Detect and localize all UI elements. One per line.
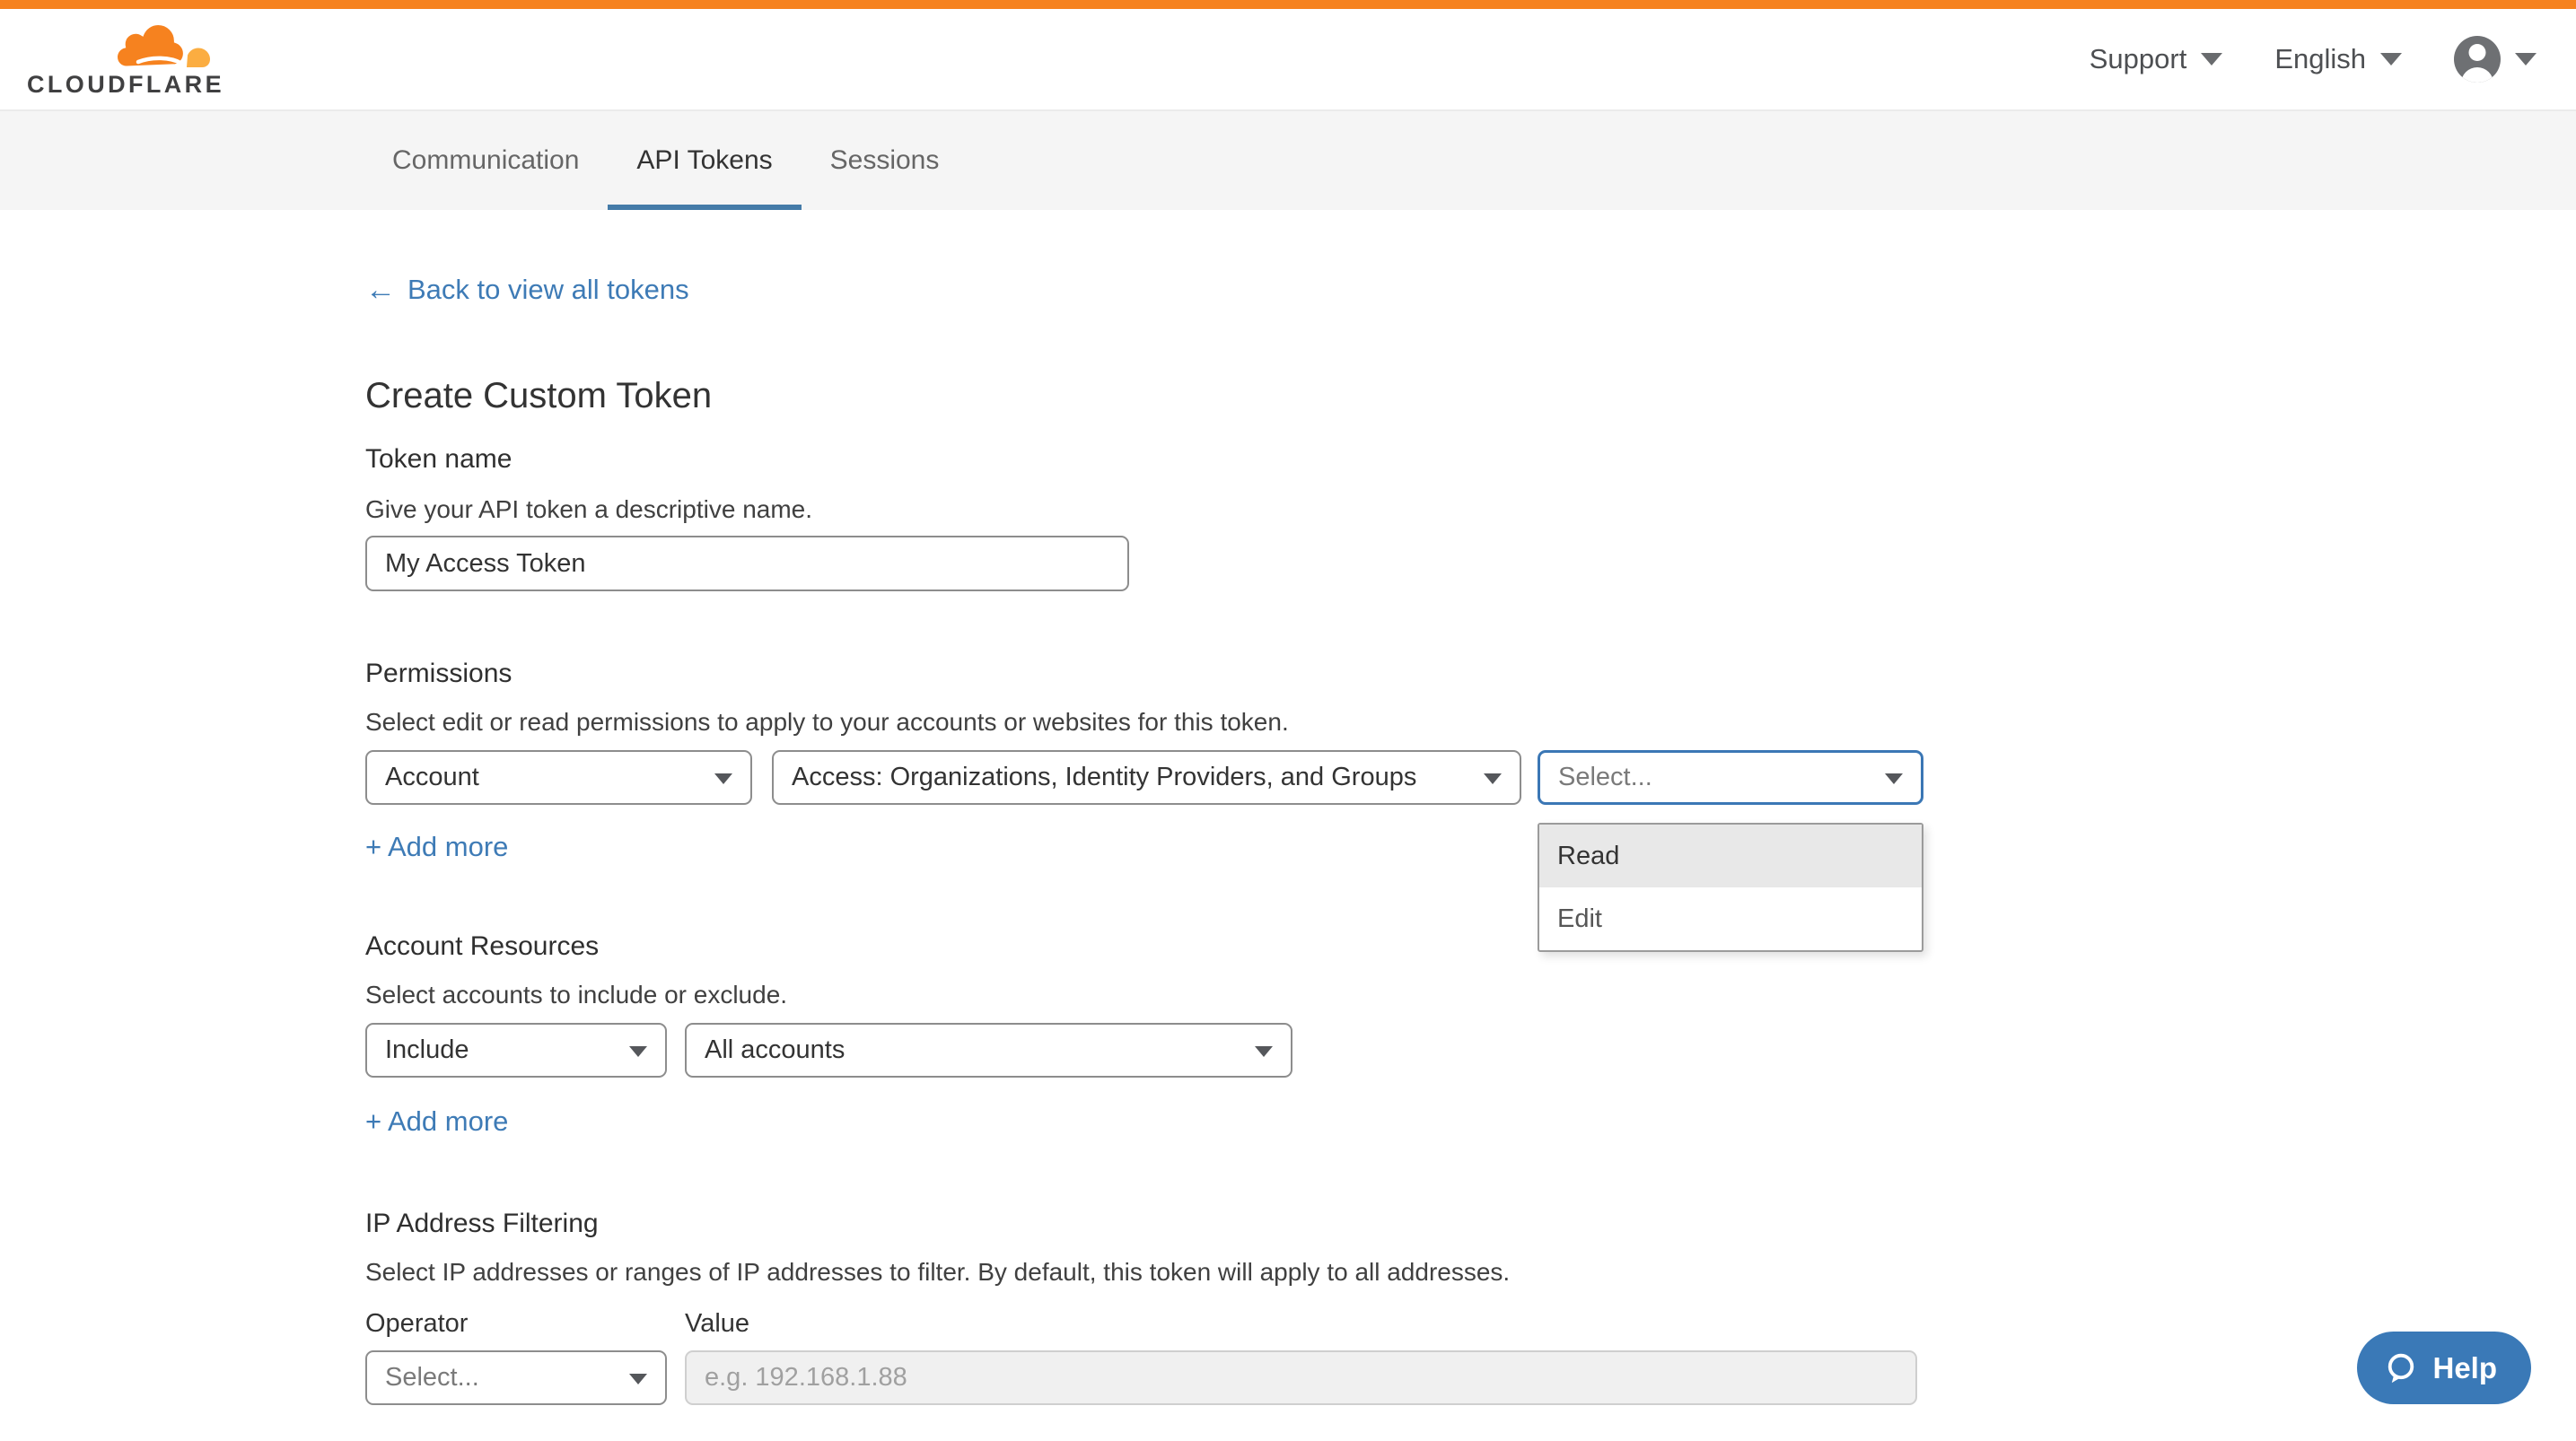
chevron-down-icon bbox=[714, 773, 732, 784]
chevron-down-icon bbox=[1484, 773, 1502, 784]
permissions-description: Select edit or read permissions to apply… bbox=[365, 707, 2576, 737]
support-menu-label: Support bbox=[2090, 43, 2187, 75]
token-name-input[interactable] bbox=[365, 536, 1129, 591]
chevron-down-icon bbox=[1255, 1046, 1273, 1057]
support-menu[interactable]: Support bbox=[2090, 43, 2223, 75]
user-avatar-icon bbox=[2454, 36, 2501, 83]
permission-access-select[interactable]: Select... bbox=[1538, 750, 1923, 805]
account-resources-add-more-link[interactable]: + Add more bbox=[365, 1105, 508, 1138]
ip-filtering-row: Select... bbox=[365, 1350, 2576, 1405]
top-accent-bar bbox=[0, 0, 2576, 9]
operator-label: Operator bbox=[365, 1308, 685, 1339]
permissions-row: Account Access: Organizations, Identity … bbox=[365, 750, 2576, 805]
permission-scope-value: Account bbox=[385, 763, 479, 792]
chevron-down-icon bbox=[629, 1374, 647, 1384]
menu-option-read[interactable]: Read bbox=[1539, 825, 1922, 887]
ip-operator-select[interactable]: Select... bbox=[365, 1350, 667, 1405]
account-resources-scope-value: All accounts bbox=[705, 1035, 845, 1065]
language-menu-label: English bbox=[2274, 43, 2366, 75]
permission-access-value: Select... bbox=[1558, 763, 1652, 792]
account-resources-row: Include All accounts bbox=[365, 1023, 2576, 1078]
permission-access-menu: Read Edit bbox=[1538, 823, 1923, 952]
chevron-down-icon bbox=[1885, 773, 1903, 784]
page-title: Create Custom Token bbox=[365, 375, 2576, 416]
account-resources-heading: Account Resources bbox=[365, 930, 2576, 962]
cloudflare-logo-text: CLOUDFLARE bbox=[27, 71, 210, 99]
back-to-tokens-link[interactable]: ← Back to view all tokens bbox=[365, 274, 689, 306]
back-arrow-icon: ← bbox=[365, 275, 396, 305]
ip-filtering-labels: Operator Value bbox=[365, 1308, 2576, 1339]
chat-bubble-icon bbox=[2384, 1351, 2418, 1385]
help-button[interactable]: Help bbox=[2357, 1332, 2531, 1404]
main-content: ← Back to view all tokens Create Custom … bbox=[0, 210, 2576, 1441]
account-resources-description: Select accounts to include or exclude. bbox=[365, 980, 2576, 1009]
back-link-label: Back to view all tokens bbox=[407, 274, 689, 306]
chevron-down-icon bbox=[2515, 53, 2537, 66]
cloudflare-cloud-icon bbox=[115, 21, 210, 69]
ip-value-input bbox=[685, 1350, 1917, 1405]
language-menu[interactable]: English bbox=[2274, 43, 2402, 75]
permission-access-dropdown: Select... Read Edit bbox=[1538, 750, 1923, 805]
token-name-heading: Token name bbox=[365, 443, 2576, 475]
profile-tab-bar: Communication API Tokens Sessions bbox=[0, 111, 2576, 210]
permission-scope-select[interactable]: Account bbox=[365, 750, 752, 805]
tab-sessions[interactable]: Sessions bbox=[802, 111, 968, 210]
ip-filtering-heading: IP Address Filtering bbox=[365, 1208, 2576, 1239]
account-resources-mode-value: Include bbox=[385, 1035, 469, 1065]
tab-api-tokens[interactable]: API Tokens bbox=[608, 111, 801, 210]
help-button-label: Help bbox=[2432, 1351, 2497, 1385]
permission-group-select[interactable]: Access: Organizations, Identity Provider… bbox=[772, 750, 1521, 805]
value-label: Value bbox=[685, 1308, 749, 1339]
token-name-description: Give your API token a descriptive name. bbox=[365, 494, 2576, 524]
account-resources-scope-select[interactable]: All accounts bbox=[685, 1023, 1292, 1078]
permissions-add-more-link[interactable]: + Add more bbox=[365, 831, 508, 863]
cloudflare-logo[interactable]: CLOUDFLARE bbox=[27, 21, 210, 99]
account-menu[interactable] bbox=[2454, 36, 2537, 83]
tab-communication[interactable]: Communication bbox=[364, 111, 608, 210]
header: CLOUDFLARE Support English bbox=[0, 9, 2576, 111]
chevron-down-icon bbox=[2380, 53, 2402, 66]
account-resources-mode-select[interactable]: Include bbox=[365, 1023, 667, 1078]
chevron-down-icon bbox=[629, 1046, 647, 1057]
chevron-down-icon bbox=[2201, 53, 2222, 66]
permission-group-value: Access: Organizations, Identity Provider… bbox=[792, 763, 1416, 792]
ip-filtering-description: Select IP addresses or ranges of IP addr… bbox=[365, 1257, 2576, 1287]
ip-operator-value: Select... bbox=[385, 1363, 479, 1393]
menu-option-edit[interactable]: Edit bbox=[1539, 887, 1922, 950]
permissions-heading: Permissions bbox=[365, 658, 2576, 689]
